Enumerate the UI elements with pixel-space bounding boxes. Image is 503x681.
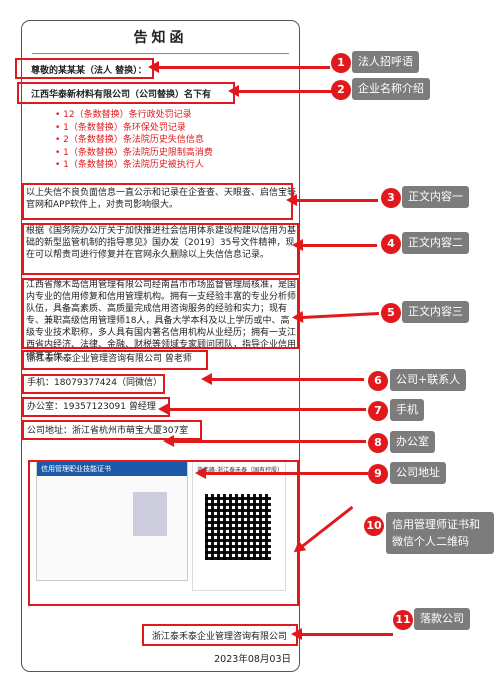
letter-title: 告知函 [133,30,188,46]
arrow-7 [158,403,366,415]
arrow-2 [228,85,332,97]
record-item: 1（条数替换）条法院历史限制高消费 [55,147,213,160]
label-tag-6: 公司+联系人 [390,369,467,391]
label-tag-4: 正文内容二 [402,232,469,254]
number-badge-6: 6 [368,371,388,391]
label-tag-2: 企业名称介绍 [352,78,430,100]
letter-date: 2023年08月03日 [214,654,291,665]
record-item: 1（条数替换）条环保处罚记录 [55,122,213,135]
highlight-box-7 [22,374,165,394]
highlight-box-6 [22,350,208,370]
highlight-box-2 [17,82,235,104]
label-tag-9: 公司地址 [390,462,446,484]
number-badge-4: 4 [381,234,401,254]
arrow-1 [148,61,330,73]
number-badge-5: 5 [381,303,401,323]
highlight-box-5 [22,278,299,349]
label-tag-8: 办公室 [390,431,435,453]
record-item: 1（条数替换）条法院历史被执行人 [55,159,213,172]
arrow-11 [291,628,393,640]
label-tag-3: 正文内容一 [402,186,469,208]
highlight-box-4 [22,223,299,275]
highlight-box-3 [22,183,293,220]
arrow-10 [301,505,354,548]
label-tag-5: 正文内容三 [402,301,469,323]
title-divider [32,53,289,54]
arrow-8 [163,435,366,447]
arrow-5 [301,311,380,320]
highlight-box-10 [28,460,299,606]
number-badge-2: 2 [331,80,351,100]
arrow-4 [292,239,377,251]
number-badge-7: 7 [368,401,388,421]
arrow-3 [286,194,378,206]
number-badge-11: 11 [393,610,413,630]
highlight-box-11 [142,624,298,646]
number-badge-3: 3 [381,188,401,208]
number-badge-10: 10 [364,516,384,536]
highlight-box-9 [22,420,202,440]
record-item: 12（条数替换）条行政处罚记录 [55,109,213,122]
label-tag-10: 信用管理师证书和微信个人二维码 [386,512,494,554]
record-list: 12（条数替换）条行政处罚记录 1（条数替换）条环保处罚记录 2（条数替换）条法… [55,109,213,172]
highlight-box-1 [15,58,154,79]
label-tag-1: 法人招呼语 [352,51,419,73]
record-item: 2（条数替换）条法院历史失信信息 [55,134,213,147]
number-badge-9: 9 [368,464,388,484]
label-tag-11: 落款公司 [414,608,470,630]
number-badge-1: 1 [331,53,351,73]
number-badge-8: 8 [368,433,388,453]
arrow-6 [201,373,364,385]
arrow-9 [195,467,368,479]
label-tag-7: 手机 [390,399,424,421]
highlight-box-8 [22,397,170,417]
